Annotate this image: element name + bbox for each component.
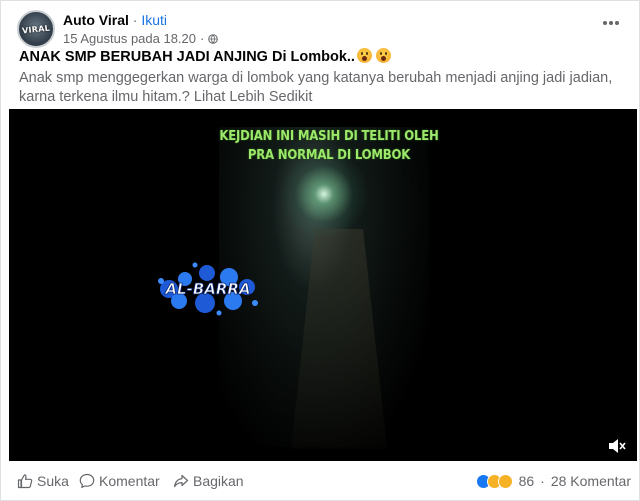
like-label: Suka	[37, 473, 69, 489]
name-row: Auto Viral · Ikuti	[63, 11, 167, 29]
video-caption-overlay: KEJDIAN INI MASIH DI TELITI OLEH PRA NOR…	[209, 127, 449, 165]
name-separator: ·	[132, 12, 138, 28]
post-title-text: ANAK SMP BERUBAH JADI ANJING Di Lombok..	[19, 49, 355, 65]
reaction-count[interactable]: 86	[519, 473, 535, 489]
channel-logo-icon: AL-BARRA	[158, 262, 258, 316]
more-dots-icon	[603, 21, 619, 25]
post-header: VIRAL Auto Viral · Ikuti 15 Agustus pada…	[9, 7, 633, 48]
video-caption-line2: PRA NORMAL DI LOMBOK	[247, 148, 411, 163]
thumbs-up-icon	[17, 474, 33, 489]
post-actions-bar: Suka Komentar Bagikan 86 · 28 Komentar	[1, 461, 640, 501]
more-options-button[interactable]	[599, 13, 623, 33]
meta-separator: ·	[200, 31, 205, 46]
comment-count[interactable]: 28 Komentar	[551, 473, 631, 489]
globe-icon[interactable]	[208, 34, 219, 44]
post-body: Anak smp menggegerkan warga di lombok ya…	[19, 69, 625, 107]
follow-button[interactable]: Ikuti	[141, 12, 167, 28]
post-title: ANAK SMP BERUBAH JADI ANJING Di Lombok..	[19, 48, 391, 66]
reaction-icons[interactable]	[475, 473, 513, 489]
post-timestamp[interactable]: 15 Agustus pada 18.20	[63, 31, 196, 47]
reaction-separator: ·	[540, 473, 545, 489]
video-player[interactable]: KEJDIAN INI MASIH DI TELITI OLEH PRA NOR…	[9, 109, 637, 461]
post-card: VIRAL Auto Viral · Ikuti 15 Agustus pada…	[0, 0, 640, 501]
comment-label: Komentar	[99, 473, 160, 489]
channel-logo-text: AL-BARRA	[164, 280, 250, 298]
video-controls	[9, 433, 637, 461]
reactions-summary: 86 · 28 Komentar	[475, 473, 631, 489]
post-body-text: Anak smp menggegerkan warga di lombok ya…	[19, 70, 613, 105]
surprised-face-icon	[375, 48, 391, 63]
haha-icon	[497, 473, 513, 489]
share-arrow-icon	[174, 474, 189, 488]
see-less-link[interactable]: Lihat Lebih Sedikit	[194, 89, 313, 105]
share-label: Bagikan	[193, 473, 244, 489]
avatar[interactable]: VIRAL	[17, 10, 55, 48]
share-button[interactable]: Bagikan	[173, 473, 244, 489]
comment-button[interactable]: Komentar	[79, 473, 160, 489]
volume-muted-icon[interactable]	[607, 437, 627, 455]
comment-bubble-icon	[79, 473, 95, 489]
post-meta: 15 Agustus pada 18.20 ·	[63, 31, 219, 47]
like-button[interactable]: Suka	[17, 473, 69, 489]
avatar-logo-text: VIRAL	[21, 23, 51, 35]
surprised-face-icon	[356, 48, 372, 63]
video-caption-line1: KEJDIAN INI MASIH DI TELITI OLEH	[219, 129, 439, 144]
page-name[interactable]: Auto Viral	[63, 12, 129, 28]
